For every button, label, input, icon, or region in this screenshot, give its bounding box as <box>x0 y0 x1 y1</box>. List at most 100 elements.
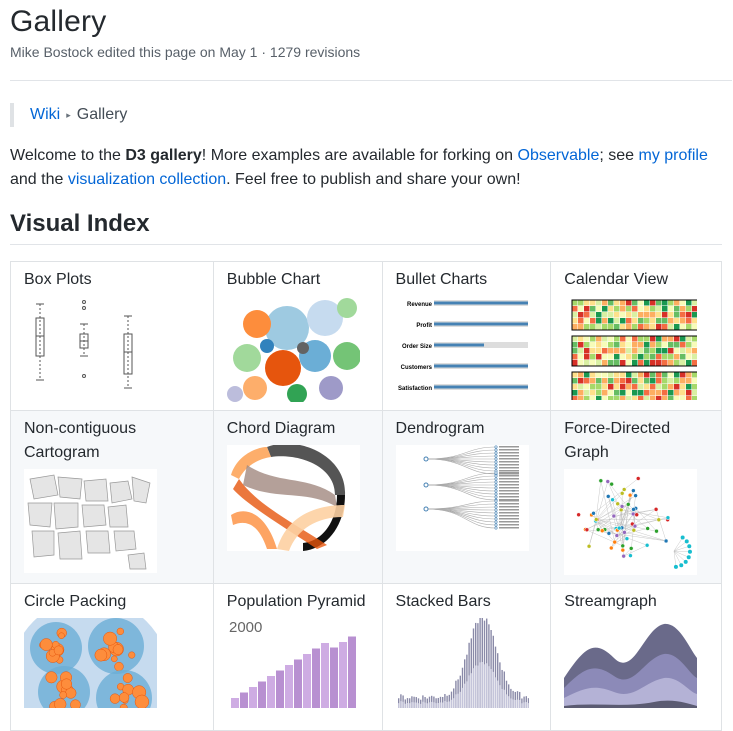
calendar-cell <box>584 378 590 384</box>
dendrogram-leaf-label <box>499 496 519 498</box>
calendar-view-thumbnail[interactable] <box>564 296 697 400</box>
breadcrumb-wiki-link[interactable]: Wiki <box>30 106 60 123</box>
gallery-cell[interactable]: Population Pyramid 2000 <box>213 584 382 731</box>
chord-diagram-thumbnail[interactable] <box>227 445 360 551</box>
calendar-cell <box>614 324 620 330</box>
calendar-cell <box>596 318 602 324</box>
calendar-cell <box>590 324 596 330</box>
graph-node <box>664 539 668 543</box>
graph-node <box>627 502 631 506</box>
graph-node <box>601 529 605 533</box>
gallery-cell[interactable]: Streamgraph <box>551 584 722 731</box>
gallery-item-label[interactable]: Force-Directed Graph <box>564 417 708 465</box>
gallery-cell[interactable]: Stacked Bars <box>382 584 551 731</box>
calendar-cell <box>644 372 650 378</box>
gallery-cell[interactable]: Bubble Chart <box>213 262 382 411</box>
observable-link[interactable]: Observable <box>518 147 600 164</box>
pack-leaf <box>135 695 149 708</box>
pyramid-bar <box>330 648 338 709</box>
stacked-bar <box>420 704 421 708</box>
graph-node <box>632 507 636 511</box>
gallery-cell[interactable]: Circle Packing <box>11 584 214 731</box>
stacked-bars-thumbnail[interactable] <box>396 618 529 708</box>
visualization-collection-link[interactable]: visualization collection <box>68 171 226 188</box>
graph-link <box>656 509 666 541</box>
gallery-item-label[interactable]: Box Plots <box>24 268 200 292</box>
calendar-cell <box>578 348 584 354</box>
gallery-cell[interactable]: Non-contiguous Cartogram <box>11 411 214 584</box>
gallery-item-label[interactable]: Stacked Bars <box>396 590 538 614</box>
gallery-item-label[interactable]: Dendrogram <box>396 417 538 441</box>
graph-node <box>654 507 658 511</box>
cartogram-thumbnail[interactable] <box>24 469 157 573</box>
calendar-cell <box>668 360 674 366</box>
calendar-cell <box>596 342 602 348</box>
my-profile-link[interactable]: my profile <box>638 147 707 164</box>
gallery-item-label[interactable]: Chord Diagram <box>227 417 369 441</box>
calendar-cell <box>692 336 697 342</box>
calendar-cell <box>650 300 656 306</box>
calendar-cell <box>626 306 632 312</box>
pack-leaf <box>46 672 57 683</box>
calendar-cell <box>596 390 602 396</box>
calendar-cell <box>644 378 650 384</box>
bullet-chart-thumbnail[interactable]: Revenue Profit Order Size Customers Sati… <box>396 296 529 396</box>
circle-packing-thumbnail[interactable] <box>24 618 157 708</box>
gallery-cell[interactable]: Chord Diagram <box>213 411 382 584</box>
pack-leaf <box>111 656 117 662</box>
calendar-cell <box>584 354 590 360</box>
visual-index-table: Box Plots Bubble Chart <box>10 261 722 731</box>
dendrogram-link <box>426 447 496 459</box>
calendar-cell <box>656 372 662 378</box>
calendar-cell <box>614 384 620 390</box>
calendar-cell <box>650 336 656 342</box>
calendar-cell <box>686 378 692 384</box>
gallery-cell[interactable]: Calendar View <box>551 262 722 411</box>
calendar-cell <box>650 396 656 400</box>
calendar-cell <box>632 336 638 342</box>
streamgraph-thumbnail[interactable] <box>564 618 697 708</box>
dendrogram-leaf-label <box>499 524 519 526</box>
gallery-item-label[interactable]: Population Pyramid <box>227 590 369 614</box>
calendar-cell <box>608 354 614 360</box>
gallery-item-label[interactable]: Calendar View <box>564 268 708 292</box>
calendar-cell <box>668 318 674 324</box>
dendrogram-leaf <box>494 515 496 517</box>
calendar-cell <box>590 372 596 378</box>
population-pyramid-thumbnail[interactable]: 2000 <box>227 618 360 708</box>
pyramid-bar <box>276 671 284 709</box>
gallery-item-label[interactable]: Non-contiguous Cartogram <box>24 417 200 465</box>
calendar-cell <box>686 348 692 354</box>
pack-leaf <box>54 698 66 708</box>
calendar-cell <box>632 312 638 318</box>
box-plot-thumbnail[interactable] <box>24 296 154 392</box>
gallery-item-label[interactable]: Bullet Charts <box>396 268 538 292</box>
calendar-cell <box>626 378 632 384</box>
gallery-item-label[interactable]: Streamgraph <box>564 590 708 614</box>
stacked-bar <box>499 685 500 708</box>
pyramid-bar <box>249 687 257 708</box>
stacked-bar <box>439 702 440 708</box>
calendar-cell <box>650 312 656 318</box>
calendar-cell <box>620 372 626 378</box>
calendar-cell <box>572 318 578 324</box>
gallery-cell[interactable]: Force-Directed Graph <box>551 411 722 584</box>
bubble-chart-thumbnail[interactable] <box>227 296 360 402</box>
dendrogram-thumbnail[interactable] <box>396 445 529 551</box>
gallery-cell[interactable]: Dendrogram <box>382 411 551 584</box>
revision-meta[interactable]: Mike Bostock edited this page on May 1 ·… <box>10 44 723 60</box>
gallery-item-label[interactable]: Circle Packing <box>24 590 200 614</box>
stacked-bar <box>453 698 454 708</box>
calendar-cell <box>596 372 602 378</box>
gallery-item-label[interactable]: Bubble Chart <box>227 268 369 292</box>
force-graph-thumbnail[interactable] <box>564 469 697 575</box>
calendar-cell <box>692 324 697 330</box>
gallery-cell[interactable]: Bullet Charts Revenue Profit Order Size … <box>382 262 551 411</box>
calendar-cell <box>674 348 680 354</box>
calendar-cell <box>614 354 620 360</box>
calendar-cell <box>608 396 614 400</box>
gallery-cell[interactable]: Box Plots <box>11 262 214 411</box>
calendar-cell <box>656 360 662 366</box>
pyramid-year: 2000 <box>229 619 262 636</box>
calendar-cell <box>650 318 656 324</box>
